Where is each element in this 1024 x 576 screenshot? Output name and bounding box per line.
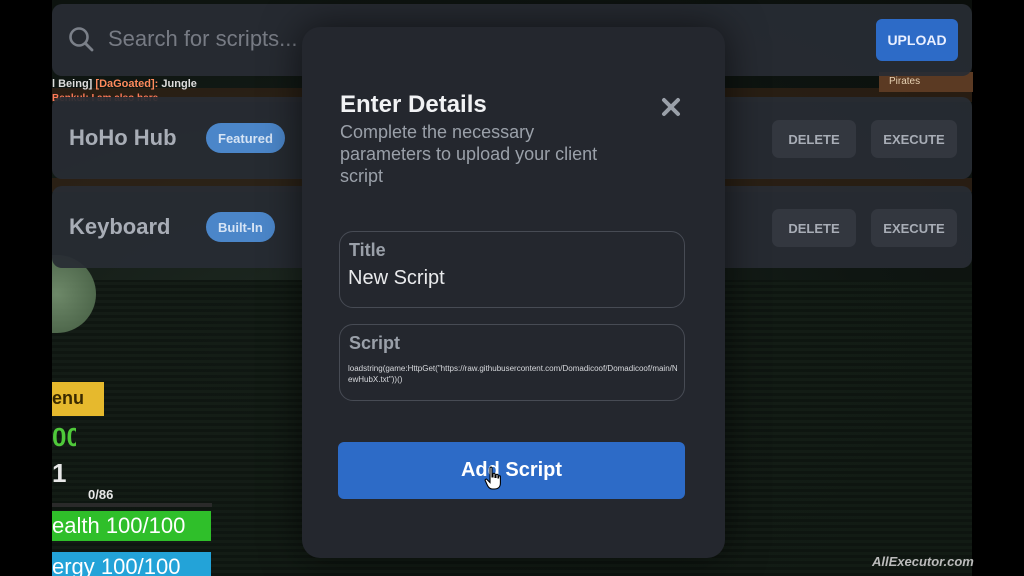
- hud-xp-bar: [52, 503, 212, 507]
- script-field[interactable]: Script loadstring(game:HttpGet("https://…: [339, 324, 685, 401]
- title-input[interactable]: [348, 267, 668, 290]
- chat-prefix: l Being]: [52, 78, 93, 90]
- search-icon: [69, 27, 94, 52]
- modal-subtitle: Complete the necessary parameters to upl…: [340, 122, 598, 186]
- execute-button[interactable]: EXECUTE: [871, 120, 957, 158]
- script-name: HoHo Hub: [69, 125, 177, 150]
- chat-text: Jungle: [161, 78, 197, 90]
- delete-button[interactable]: DELETE: [772, 209, 856, 247]
- enter-details-modal: Enter Details Complete the necessary par…: [302, 27, 725, 558]
- script-name: Keyboard: [69, 214, 171, 239]
- search-input[interactable]: [108, 24, 308, 54]
- script-input[interactable]: loadstring(game:HttpGet("https://raw.git…: [348, 363, 678, 385]
- hud-menu-button[interactable]: enu: [52, 382, 104, 416]
- hand-cursor-icon: [484, 466, 501, 490]
- modal-title: Enter Details: [340, 91, 487, 118]
- execute-button[interactable]: EXECUTE: [871, 209, 957, 247]
- hud-xp-text: 0/86: [88, 487, 114, 502]
- featured-badge: Featured: [206, 123, 285, 153]
- chat-line: l Being] [DaGoated]: Jungle: [52, 78, 197, 90]
- upload-button[interactable]: UPLOAD: [876, 19, 958, 61]
- watermark: AllExecutor.com: [872, 554, 974, 569]
- hud-stat-primary: 00: [52, 422, 76, 452]
- chat-tag: [DaGoated]:: [95, 78, 159, 90]
- hud-energy-bar: ergy 100/100: [52, 552, 211, 576]
- title-field[interactable]: Title: [339, 231, 685, 308]
- hud-stat-secondary: 1: [52, 458, 67, 488]
- add-script-button[interactable]: Add Script: [338, 442, 685, 499]
- close-icon[interactable]: [660, 96, 682, 118]
- built-in-badge: Built-In: [206, 212, 275, 242]
- delete-button[interactable]: DELETE: [772, 120, 856, 158]
- hud-health-bar: ealth 100/100: [52, 511, 211, 541]
- title-field-label: Title: [349, 240, 386, 260]
- script-field-label: Script: [349, 333, 401, 353]
